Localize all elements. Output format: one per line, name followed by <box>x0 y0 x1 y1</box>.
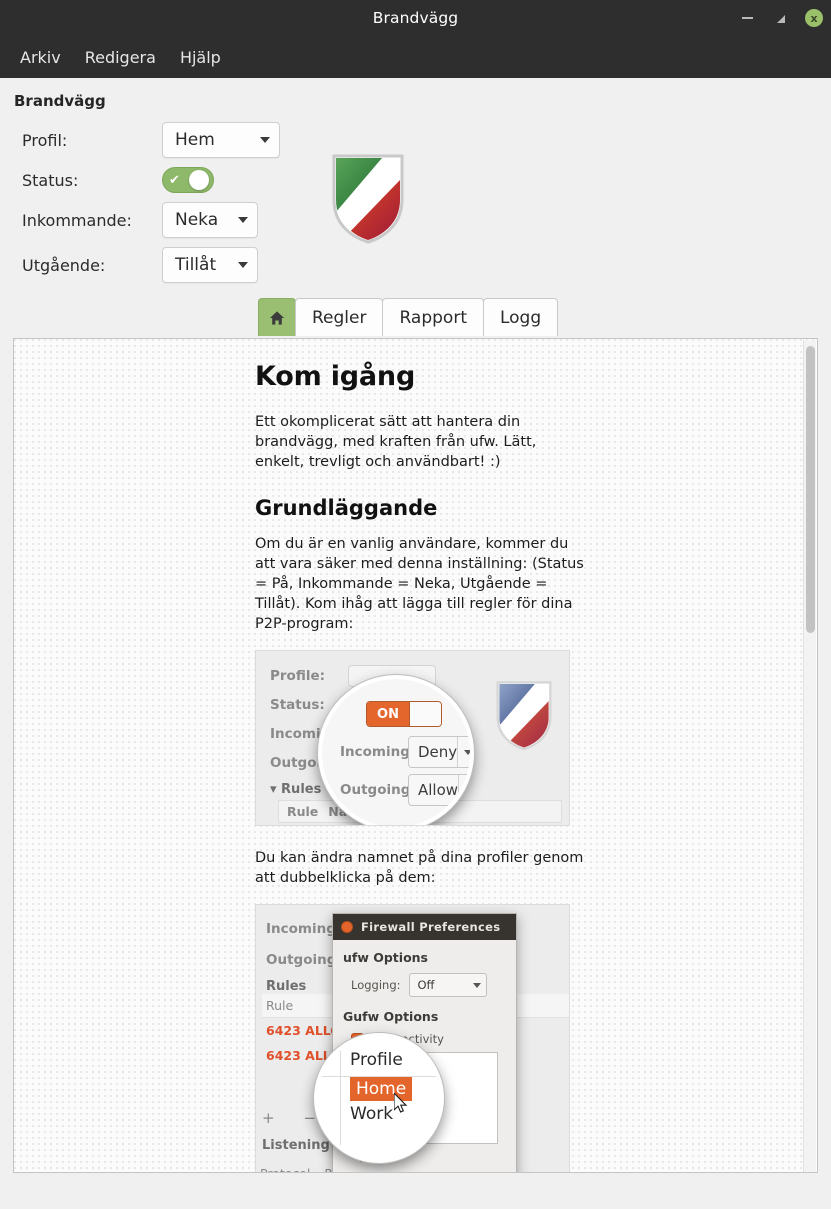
panel-title: Brandvägg <box>14 92 106 110</box>
minimize-icon <box>741 17 753 19</box>
status-label: Status: <box>22 170 79 190</box>
lens2-item-work: Work <box>350 1104 394 1124</box>
chevron-down-icon <box>464 749 470 755</box>
basics-paragraph: Om du är en vanlig användare, kommer du … <box>255 536 584 632</box>
figure-preferences: Incoming: Outgoing: Rules Rule 6423 ALLO… <box>255 904 570 1172</box>
incoming-value: Neka <box>175 210 219 230</box>
title-bar: Brandvägg x <box>0 0 831 36</box>
prefs-logging-value: Off <box>417 978 435 992</box>
minimize-button[interactable] <box>737 8 757 28</box>
lens2-header: Profile <box>318 1047 440 1077</box>
chevron-down-icon <box>472 982 481 988</box>
outgoing-dropdown[interactable]: Tillåt <box>162 247 258 283</box>
chevron-down-icon <box>238 217 248 223</box>
tab-rapport[interactable]: Rapport <box>382 298 484 336</box>
figure-label-profile: Profile: <box>270 667 326 684</box>
profiles-caption: Du kan ändra namnet på dina profiler gen… <box>255 850 584 886</box>
magnifier-lens-settings: ON Incoming: Deny Outgoing: Allow <box>318 675 474 825</box>
chevron-down-icon <box>260 137 270 143</box>
getting-started-document: Kom igång Ett okomplicerat sätt att hant… <box>255 361 585 1172</box>
figure-shield-icon <box>493 677 555 753</box>
maximize-button[interactable] <box>771 8 791 28</box>
vertical-scrollbar[interactable] <box>803 340 816 1172</box>
menu-bar: Arkiv Redigera Hjälp <box>0 36 831 78</box>
figure2-col-protocol: Protocol <box>260 1166 310 1172</box>
lens-status-off-half <box>409 702 441 726</box>
tab-home[interactable] <box>258 298 296 336</box>
figure2-label-outgoing: Outgoing: <box>266 951 342 968</box>
firewall-settings-panel: Brandvägg Profil: Hem Status: ✔ Inkomman… <box>0 78 831 336</box>
check-icon: ✔ <box>169 172 180 188</box>
profile-value: Hem <box>175 130 215 150</box>
lens-row-incoming: Incoming: Deny <box>340 733 470 771</box>
close-button[interactable]: x <box>805 9 823 27</box>
section-heading-basics: Grundläggande <box>255 496 438 520</box>
profile-label: Profil: <box>22 130 68 150</box>
prefs-title: Firewall Preferences <box>361 920 501 934</box>
prefs-title-bar: Firewall Preferences <box>333 914 516 940</box>
incoming-label: Inkommande: <box>22 210 132 230</box>
lens-row-status: ON <box>340 695 470 733</box>
menu-item-arkiv[interactable]: Arkiv <box>10 44 71 71</box>
close-icon <box>341 921 353 933</box>
figure-rules-label: ▾ Rules <box>270 782 322 797</box>
prefs-ufw-heading: ufw Options <box>343 950 428 965</box>
content-scroll-area[interactable]: Kom igång Ett okomplicerat sätt att hant… <box>13 338 818 1173</box>
gufw-shield-icon <box>328 150 408 246</box>
lens-incoming-label: Incoming: <box>340 744 416 760</box>
prefs-logging-label: Logging: <box>351 978 401 992</box>
lens-outgoing-value: Allow <box>418 781 459 799</box>
chevron-down-icon <box>238 262 248 268</box>
menu-item-redigera[interactable]: Redigera <box>75 44 166 71</box>
mouse-cursor-icon <box>394 1093 408 1113</box>
intro-paragraph: Ett okomplicerat sätt att hantera din br… <box>255 414 537 470</box>
status-toggle[interactable]: ✔ <box>162 167 214 193</box>
lens-status-switch: ON <box>366 701 442 727</box>
lens-status-on-label: ON <box>367 702 409 726</box>
prefs-logging-dropdown: Off <box>408 973 487 997</box>
tab-logg[interactable]: Logg <box>482 298 559 336</box>
outgoing-label: Utgående: <box>22 255 106 275</box>
lens-incoming-value: Deny <box>418 743 458 761</box>
home-icon <box>269 310 285 325</box>
chevron-down-icon <box>465 787 470 793</box>
settings-grid: Profil: Hem Status: ✔ Inkommande: Neka U… <box>22 122 831 283</box>
scrollbar-thumb[interactable] <box>806 346 815 633</box>
prefs-logging-row: Logging: Off <box>351 973 506 997</box>
maximize-icon <box>776 14 786 23</box>
lens-row-outgoing: Outgoing: Allow <box>340 771 470 809</box>
window-controls: x <box>737 0 823 36</box>
lens-incoming-dropdown: Deny <box>408 736 470 768</box>
page-title: Kom igång <box>255 361 416 392</box>
figure2-label-incoming: Incoming: <box>266 920 342 937</box>
lens-outgoing-label: Outgoing: <box>340 782 416 798</box>
outgoing-value: Tillåt <box>175 255 217 275</box>
lens2-divider <box>340 1037 341 1159</box>
profile-dropdown[interactable]: Hem <box>162 122 280 158</box>
magnifier-lens-profiles: Profile Home Work <box>314 1033 444 1163</box>
window-title: Brandvägg <box>372 9 459 27</box>
figure-col-rule: Rule <box>287 804 319 819</box>
tab-bar: Regler Rapport Logg <box>258 298 559 336</box>
lens-incoming-sep <box>457 737 470 767</box>
figure-firewall-settings: Profile: Status: Incoming: Outgoing: ▾ R… <box>255 650 570 826</box>
tab-regler[interactable]: Regler <box>295 298 384 336</box>
toggle-knob <box>189 170 209 190</box>
menu-item-hjalp[interactable]: Hjälp <box>170 44 231 71</box>
incoming-dropdown[interactable]: Neka <box>162 202 258 238</box>
prefs-gufw-heading: Gufw Options <box>343 1009 439 1024</box>
